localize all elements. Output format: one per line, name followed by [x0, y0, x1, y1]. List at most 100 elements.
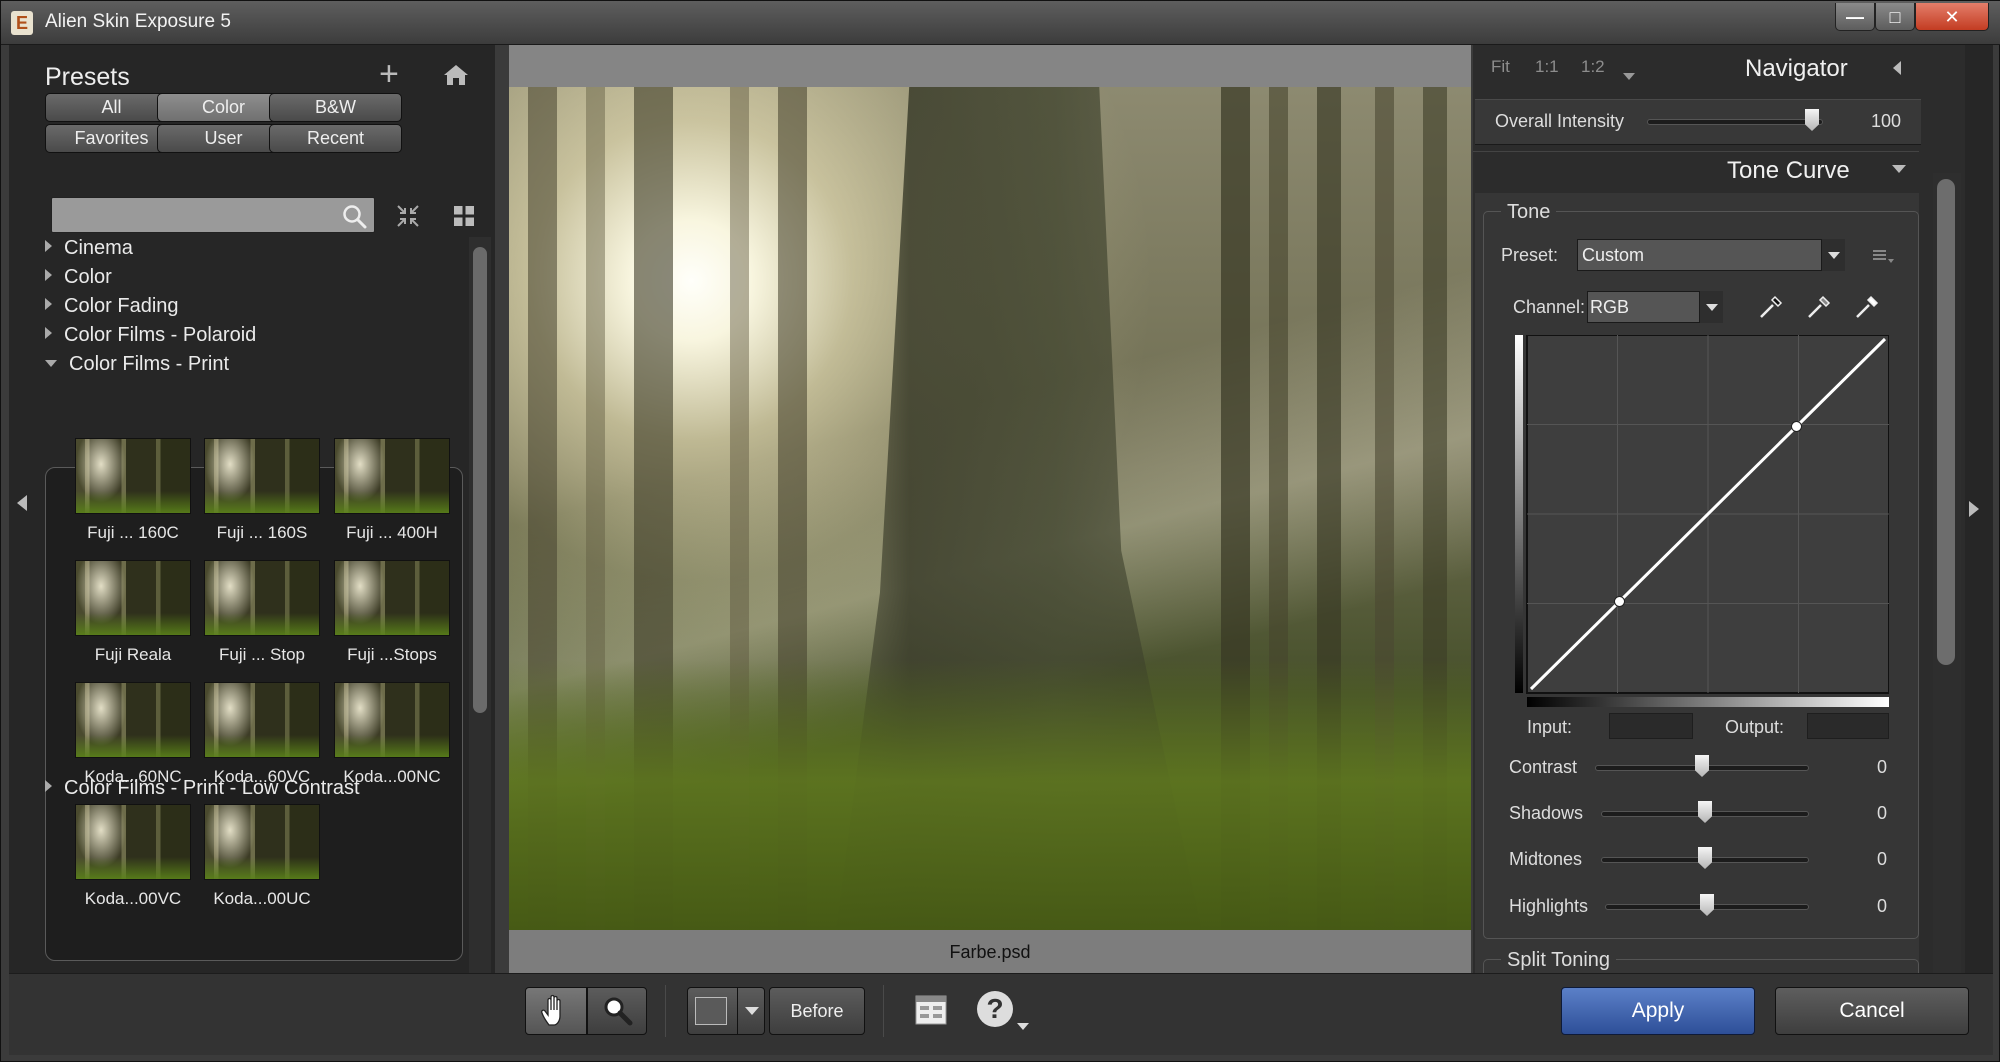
- curve-input-field[interactable]: [1609, 713, 1693, 739]
- zoom-tool-button[interactable]: [587, 987, 647, 1035]
- expand-arrow-icon: [45, 240, 52, 252]
- tone-curve-collapse-icon[interactable]: [1892, 165, 1906, 173]
- add-preset-button[interactable]: +: [379, 57, 399, 91]
- chevron-down-icon[interactable]: [1699, 291, 1723, 323]
- app-icon: E: [11, 11, 33, 35]
- toolbar-separator: [883, 985, 884, 1037]
- search-icon[interactable]: [341, 203, 367, 229]
- expand-arrow-icon: [45, 298, 52, 310]
- presets-title: Presets: [45, 63, 130, 91]
- preset-thumbnail-label: Koda...00UC: [213, 889, 311, 908]
- grid-view-icon[interactable]: [453, 205, 475, 227]
- tone-group-title: Tone: [1501, 201, 1557, 224]
- zoom-1-2-option[interactable]: 1:2: [1581, 57, 1605, 77]
- preset-thumbnail[interactable]: [75, 804, 191, 880]
- curve-output-field[interactable]: [1807, 713, 1889, 739]
- chevron-left-icon: [17, 495, 27, 511]
- zoom-dropdown-icon[interactable]: [1623, 73, 1635, 80]
- toolbar-separator: [665, 985, 666, 1037]
- contrast-value[interactable]: 0: [1877, 757, 1887, 778]
- preset-thumbnail[interactable]: [75, 682, 191, 758]
- help-icon[interactable]: ?: [977, 991, 1013, 1027]
- preview-image[interactable]: [509, 87, 1471, 930]
- highlights-value[interactable]: 0: [1877, 896, 1887, 917]
- preset-thumbnail[interactable]: [75, 438, 191, 514]
- settings-scrollbar-thumb[interactable]: [1937, 179, 1955, 665]
- close-icon: ✕: [1944, 7, 1960, 27]
- preset-thumbnail-label: Koda...60NC: [84, 767, 182, 786]
- curve-output-label: Output:: [1725, 717, 1785, 737]
- close-button[interactable]: ✕: [1915, 3, 1989, 31]
- tone-curve-title[interactable]: Tone Curve: [1727, 157, 1850, 185]
- preset-thumbnail[interactable]: [334, 438, 450, 514]
- collapse-all-icon[interactable]: [395, 203, 421, 229]
- chevron-down-icon[interactable]: [1017, 1023, 1029, 1030]
- preset-thumbnail-label: Fuji Reala: [94, 645, 172, 664]
- preset-thumbnail-label: Koda...60VC: [213, 767, 311, 786]
- zoom-1-1-option[interactable]: 1:1: [1535, 57, 1559, 77]
- preset-thumbnail-label: Koda...00NC: [343, 767, 441, 786]
- black-point-eyedropper-icon[interactable]: [1757, 293, 1785, 321]
- category-color-fading[interactable]: Color Fading: [45, 291, 179, 321]
- title-bar: [1, 1, 2000, 45]
- tone-curve-header[interactable]: [1473, 151, 1919, 191]
- cancel-button[interactable]: Cancel: [1775, 987, 1969, 1035]
- preset-thumbnail[interactable]: [204, 682, 320, 758]
- expand-arrow-icon: [45, 269, 52, 281]
- preset-thumbnail[interactable]: [204, 804, 320, 880]
- curve-control-point[interactable]: [1614, 596, 1625, 607]
- shadows-value[interactable]: 0: [1877, 803, 1887, 824]
- pan-tool-button[interactable]: [525, 987, 587, 1035]
- layout-icon[interactable]: [915, 995, 947, 1025]
- category-cinema[interactable]: Cinema: [45, 233, 133, 263]
- tone-preset-label: Preset:: [1501, 245, 1559, 265]
- preset-thumbnail-label: Fuji ...Stops: [347, 645, 437, 664]
- maximize-icon: □: [1889, 7, 1901, 27]
- preset-thumbnail[interactable]: [75, 560, 191, 636]
- maximize-button[interactable]: □: [1875, 3, 1915, 31]
- minimize-button[interactable]: —: [1835, 3, 1875, 31]
- contrast-label: Contrast: [1509, 757, 1578, 777]
- navigator-collapse-icon[interactable]: [1893, 61, 1901, 75]
- navigator-title[interactable]: Navigator: [1745, 55, 1848, 83]
- gray-point-eyedropper-icon[interactable]: [1805, 293, 1833, 321]
- preset-thumbnail-label: Fuji ... 160S: [216, 523, 308, 542]
- preset-thumbnail[interactable]: [204, 560, 320, 636]
- preview-divider: [737, 987, 738, 1035]
- midtones-value[interactable]: 0: [1877, 849, 1887, 870]
- apply-button[interactable]: Apply: [1561, 987, 1755, 1035]
- tone-curve-graph[interactable]: [1515, 335, 1889, 709]
- chevron-right-icon: [1969, 501, 1979, 517]
- preset-thumbnail[interactable]: [334, 560, 450, 636]
- overall-intensity-value[interactable]: 100: [1871, 111, 1901, 132]
- overall-intensity-slider[interactable]: [1647, 119, 1823, 125]
- chevron-down-icon[interactable]: [1821, 239, 1845, 271]
- preset-thumbnail-label: Fuji ... Stop: [219, 645, 305, 664]
- category-color[interactable]: Color: [45, 262, 112, 292]
- preset-thumbnail[interactable]: [204, 438, 320, 514]
- shadows-label: Shadows: [1509, 803, 1584, 823]
- preset-thumbnail[interactable]: [334, 682, 450, 758]
- single-view-icon: [695, 997, 727, 1025]
- preset-scrollbar-thumb[interactable]: [473, 247, 487, 713]
- home-icon[interactable]: [443, 63, 469, 87]
- preset-menu-icon[interactable]: [1873, 249, 1895, 265]
- channel-label: Channel:: [1513, 297, 1586, 317]
- category-color-films-polaroid[interactable]: Color Films - Polaroid: [45, 320, 256, 350]
- split-toning-title[interactable]: Split Toning: [1501, 949, 1617, 973]
- channel-value: RGB: [1590, 297, 1630, 317]
- expand-arrow-icon: [45, 780, 52, 792]
- hand-icon: [541, 994, 561, 1026]
- category-color-films-print[interactable]: Color Films - Print: [45, 349, 229, 379]
- chevron-down-icon[interactable]: [745, 1007, 759, 1015]
- image-filename: Farbe.psd: [949, 942, 1031, 962]
- zoom-icon: [604, 997, 633, 1026]
- zoom-fit-option[interactable]: Fit: [1491, 57, 1510, 77]
- filter-recent-button[interactable]: Recent: [269, 124, 402, 153]
- preset-search-input[interactable]: [51, 197, 375, 233]
- preset-thumbnail-label: Fuji ... 160C: [87, 523, 179, 542]
- filter-bw-button[interactable]: B&W: [269, 93, 402, 122]
- curve-control-point[interactable]: [1791, 421, 1802, 432]
- white-point-eyedropper-icon[interactable]: [1853, 293, 1881, 321]
- before-button[interactable]: Before: [769, 987, 865, 1035]
